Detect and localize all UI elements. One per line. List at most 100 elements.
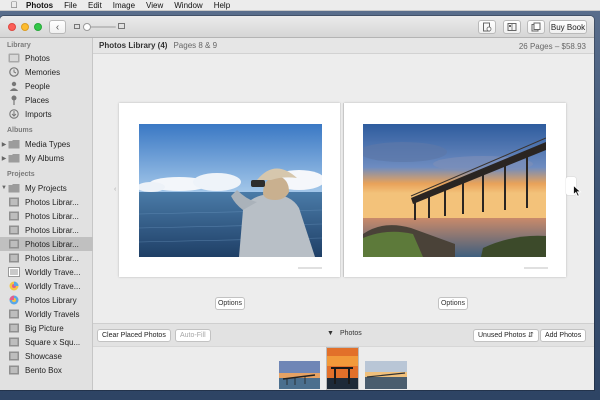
options-button-left[interactable]: Options [215, 297, 245, 310]
book-page-left[interactable] [119, 103, 340, 277]
sidebar-item-my-albums[interactable]: ▶ My Albums [0, 151, 93, 165]
sidebar-item-project[interactable]: Photos Librar... [0, 209, 93, 223]
photos-icon [8, 53, 20, 63]
sidebar-item-project[interactable]: Worldly Trave... [0, 265, 93, 279]
photos-tray-bar: Clear Placed Photos Auto-Fill ▼ Photos Un… [93, 323, 594, 347]
sidebar-item-label: Square x Squ... [25, 337, 81, 347]
book-editor: Photos Library (4) Pages 8 & 9 26 Pages … [93, 38, 594, 390]
caption-placeholder[interactable] [524, 267, 548, 269]
book-spread: ‹ [114, 103, 566, 277]
sidebar-header-albums: Albums [7, 127, 33, 134]
buy-book-button[interactable]: Buy Book [549, 20, 587, 34]
back-button[interactable]: ‹ [49, 20, 66, 34]
add-page-icon [531, 22, 541, 32]
sidebar-item-places[interactable]: Places [0, 93, 93, 107]
sidebar-item-project-selected[interactable]: Photos Librar... [0, 237, 93, 251]
menu-edit[interactable]: Edit [88, 1, 102, 10]
imports-icon [8, 109, 20, 119]
book-project-icon [8, 225, 20, 235]
menu-view[interactable]: View [146, 1, 163, 10]
layout-icon [507, 23, 517, 31]
memories-icon [8, 67, 20, 77]
add-photos-button[interactable]: Add Photos [540, 329, 587, 342]
sidebar-item-memories[interactable]: Memories [0, 65, 93, 79]
menu-image[interactable]: Image [113, 1, 135, 10]
photos-tray-label: Photos [339, 330, 362, 337]
menu-file[interactable]: File [64, 1, 77, 10]
sidebar-item-label: My Albums [25, 153, 65, 163]
layout-button[interactable] [503, 20, 521, 34]
card-project-icon [8, 267, 20, 277]
sidebar-item-label: Photos Librar... [25, 197, 79, 207]
book-project-icon [8, 351, 20, 361]
caption-placeholder[interactable] [298, 267, 322, 269]
photos-tray-toggle[interactable]: ▼ Photos [327, 330, 362, 337]
book-project-icon [8, 337, 20, 347]
sidebar-item-label: Worldly Trave... [25, 267, 81, 277]
sidebar-item-label: Worldly Trave... [25, 281, 81, 291]
disclosure-triangle-icon[interactable]: ▶ [0, 155, 8, 162]
sidebar: Library Photos Memories People Places Im… [0, 38, 93, 390]
chevron-down-icon: ▼ [327, 330, 334, 337]
sidebar-item-project[interactable]: Photos Library [0, 293, 93, 307]
people-icon [8, 81, 20, 91]
sidebar-header-projects: Projects [7, 171, 35, 178]
sidebar-item-my-projects[interactable]: ▼ My Projects [0, 181, 93, 195]
photo-tray [93, 347, 594, 390]
options-button-right[interactable]: Options [438, 297, 468, 310]
sidebar-item-label: People [25, 81, 50, 91]
book-page-right[interactable] [344, 103, 566, 277]
sidebar-item-label: Bento Box [25, 365, 62, 375]
slideshow-project-icon [8, 295, 20, 305]
book-settings-button[interactable] [478, 20, 496, 34]
zoom-slider[interactable] [74, 23, 126, 31]
sidebar-item-label: Places [25, 95, 50, 105]
zoom-window-button[interactable] [34, 23, 42, 31]
unused-photos-select[interactable]: Unused Photos ⇵ [473, 329, 539, 342]
sidebar-item-imports[interactable]: Imports [0, 107, 93, 121]
tray-thumbnail[interactable] [365, 361, 407, 389]
menu-help[interactable]: Help [214, 1, 230, 10]
add-page-button[interactable] [527, 20, 545, 34]
tray-thumbnail[interactable] [279, 361, 320, 389]
disclosure-triangle-icon[interactable]: ▼ [0, 185, 8, 191]
sidebar-header-library: Library [7, 42, 31, 49]
photo-man-with-binoculars[interactable] [139, 124, 322, 257]
book-header: Photos Library (4) Pages 8 & 9 26 Pages … [93, 38, 594, 54]
sidebar-item-label: Imports [25, 109, 52, 119]
book-project-icon [8, 309, 20, 319]
sidebar-item-label: My Projects [25, 183, 67, 193]
sidebar-item-project[interactable]: Worldly Travels [0, 307, 93, 321]
sidebar-item-project[interactable]: Photos Librar... [0, 223, 93, 237]
sidebar-item-project[interactable]: Photos Librar... [0, 195, 93, 209]
page-count-price: 26 Pages – $58.93 [518, 42, 586, 51]
sidebar-item-project[interactable]: Square x Squ... [0, 335, 93, 349]
folder-icon [8, 183, 20, 193]
menu-window[interactable]: Window [174, 1, 202, 10]
close-window-button[interactable] [8, 23, 16, 31]
sidebar-item-people[interactable]: People [0, 79, 93, 93]
tray-thumbnail[interactable] [326, 347, 359, 390]
sidebar-item-project[interactable]: Photos Librar... [0, 251, 93, 265]
clear-placed-photos-button[interactable]: Clear Placed Photos [97, 329, 171, 342]
sidebar-item-photos[interactable]: Photos [0, 51, 93, 65]
sidebar-item-label: Media Types [25, 139, 71, 149]
calendar-project-icon [8, 281, 20, 291]
photo-pier-at-sunset[interactable] [363, 124, 546, 257]
zoom-slider-knob[interactable] [83, 23, 91, 31]
sidebar-item-project[interactable]: Big Picture [0, 321, 93, 335]
mouse-cursor-icon [573, 185, 582, 197]
sidebar-item-project[interactable]: Showcase [0, 349, 93, 363]
book-settings-icon [483, 22, 492, 32]
pin-icon [8, 95, 20, 105]
minimize-window-button[interactable] [21, 23, 29, 31]
sidebar-item-project[interactable]: Worldly Trave... [0, 279, 93, 293]
disclosure-triangle-icon[interactable]: ▶ [0, 141, 8, 148]
sidebar-item-project[interactable]: Bento Box [0, 363, 93, 377]
menu-app-name[interactable]: Photos [26, 1, 53, 10]
sidebar-item-media-types[interactable]: ▶ Media Types [0, 137, 93, 151]
large-thumbnail-icon [118, 23, 125, 29]
book-project-icon [8, 365, 20, 375]
auto-fill-button[interactable]: Auto-Fill [175, 329, 211, 342]
apple-menu-icon[interactable]:  [8, 0, 20, 10]
